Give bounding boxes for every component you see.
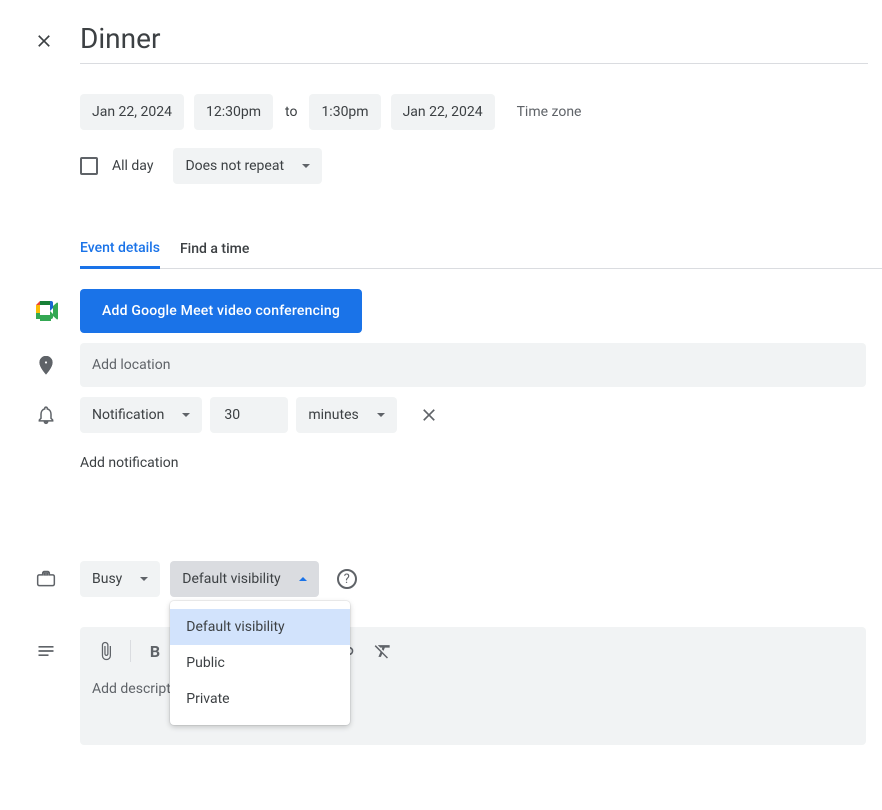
recurrence-label: Does not repeat xyxy=(185,158,284,174)
start-date-chip[interactable]: Jan 22, 2024 xyxy=(80,94,184,130)
notification-unit-select[interactable]: minutes xyxy=(296,397,396,433)
location-input[interactable]: Add location xyxy=(80,343,866,387)
notification-unit-label: minutes xyxy=(308,407,358,423)
add-notification-button[interactable]: Add notification xyxy=(80,455,882,471)
end-date-chip[interactable]: Jan 22, 2024 xyxy=(391,94,495,130)
chevron-down-icon xyxy=(302,164,310,168)
attach-button[interactable] xyxy=(88,633,124,669)
all-day-checkbox[interactable] xyxy=(80,157,98,175)
visibility-label: Default visibility xyxy=(182,571,280,587)
visibility-option-default[interactable]: Default visibility xyxy=(170,609,350,645)
visibility-dropdown: Default visibility Public Private xyxy=(170,601,350,725)
bell-icon xyxy=(36,405,56,425)
help-icon[interactable]: ? xyxy=(337,569,357,589)
briefcase-icon xyxy=(36,569,56,589)
availability-label: Busy xyxy=(92,571,122,587)
chevron-down-icon xyxy=(140,577,148,581)
start-time-chip[interactable]: 12:30pm xyxy=(194,94,273,130)
event-title-input[interactable] xyxy=(80,18,868,64)
chevron-down-icon xyxy=(377,413,385,417)
chevron-down-icon xyxy=(182,413,190,417)
remove-notification-button[interactable] xyxy=(417,403,441,427)
visibility-option-private[interactable]: Private xyxy=(170,681,350,717)
availability-select[interactable]: Busy xyxy=(80,561,160,597)
all-day-label: All day xyxy=(112,158,153,174)
location-icon xyxy=(36,355,56,375)
description-icon xyxy=(36,641,56,661)
add-meet-button[interactable]: Add Google Meet video conferencing xyxy=(80,289,362,333)
tab-event-details[interactable]: Event details xyxy=(80,240,160,269)
to-label: to xyxy=(283,104,299,120)
timezone-link[interactable]: Time zone xyxy=(517,104,582,120)
notification-value-input[interactable]: 30 xyxy=(210,397,288,433)
close-icon[interactable] xyxy=(32,29,56,53)
location-placeholder: Add location xyxy=(92,357,170,373)
google-meet-icon xyxy=(36,301,58,321)
chevron-up-icon xyxy=(299,577,307,581)
notification-type-select[interactable]: Notification xyxy=(80,397,202,433)
visibility-option-public[interactable]: Public xyxy=(170,645,350,681)
separator xyxy=(130,640,131,662)
recurrence-select[interactable]: Does not repeat xyxy=(173,148,322,184)
clear-format-button[interactable] xyxy=(365,633,401,669)
visibility-select[interactable]: Default visibility xyxy=(170,561,318,597)
bold-button[interactable]: B xyxy=(137,633,173,669)
tab-find-a-time[interactable]: Find a time xyxy=(180,241,249,269)
notification-type-label: Notification xyxy=(92,407,164,423)
end-time-chip[interactable]: 1:30pm xyxy=(309,94,380,130)
